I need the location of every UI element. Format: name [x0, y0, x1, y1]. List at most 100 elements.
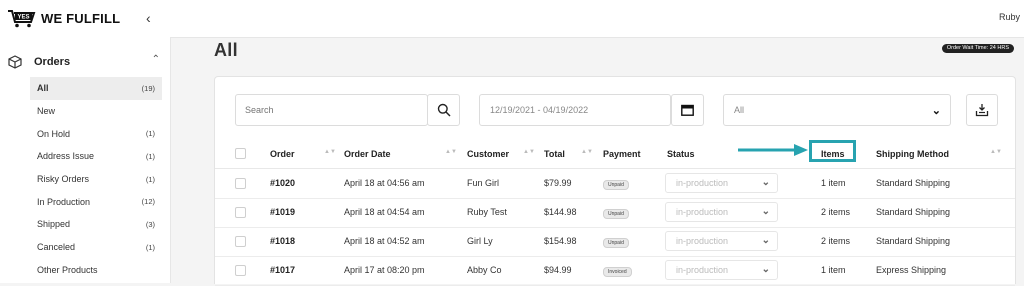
collapse-sidebar-icon[interactable]: ‹ [146, 10, 151, 26]
table-header: Order ▲▼ Order Date ▲▼ Customer ▲▼ Total… [215, 141, 1015, 169]
sidebar-item-new[interactable]: New [30, 100, 162, 123]
calendar-icon [681, 104, 694, 116]
sidebar-item-count: (1) [145, 129, 155, 139]
column-customer[interactable]: Customer [467, 149, 509, 159]
user-name[interactable]: Ruby [999, 12, 1020, 22]
order-number[interactable]: #1019 [270, 207, 295, 217]
sort-icon[interactable]: ▲▼ [523, 149, 535, 155]
order-wait-time-badge: Order Wait Time: 24 HRS [941, 44, 1014, 53]
sidebar-item-canceled[interactable]: Canceled (1) [30, 236, 162, 259]
order-total: $79.99 [544, 178, 572, 188]
row-checkbox[interactable] [235, 207, 246, 218]
chevron-down-icon: ⌄ [761, 177, 770, 188]
row-checkbox[interactable] [235, 265, 246, 276]
sidebar-item-on-hold[interactable]: On Hold (1) [30, 122, 162, 145]
search-input[interactable] [235, 94, 428, 126]
order-date: April 18 at 04:54 am [344, 207, 425, 217]
export-button[interactable] [966, 94, 998, 126]
status-value: in-production [676, 265, 729, 275]
status-select[interactable]: in-production ⌄ [665, 231, 778, 251]
order-number[interactable]: #1018 [270, 236, 295, 246]
order-date: April 17 at 08:20 pm [344, 265, 425, 275]
order-total: $94.99 [544, 265, 572, 275]
row-checkbox[interactable] [235, 236, 246, 247]
sidebar-item-count: (19) [141, 83, 155, 93]
sidebar-item-shipped[interactable]: Shipped (3) [30, 213, 162, 236]
sidebar-item-risky-orders[interactable]: Risky Orders (1) [30, 168, 162, 191]
sidebar-item-count: (1) [145, 242, 155, 252]
sidebar-item-label: Risky Orders [37, 174, 90, 185]
chevron-up-icon[interactable]: ⌃ [152, 54, 160, 65]
column-order[interactable]: Order [270, 149, 295, 159]
column-total[interactable]: Total [544, 149, 565, 159]
sort-icon[interactable]: ▲▼ [581, 149, 593, 155]
sidebar-item-count: (1) [145, 151, 155, 161]
table-row[interactable]: #1017 April 17 at 08:20 pm Abby Co $94.9… [215, 256, 1015, 286]
sidebar: Orders ⌃ All (19) New On Hold (1) Addres… [0, 37, 171, 283]
sort-icon[interactable]: ▲▼ [324, 149, 336, 155]
sidebar-item-label: On Hold [37, 128, 71, 139]
sidebar-item-count: (1) [145, 174, 155, 184]
table-row[interactable]: #1019 April 18 at 04:54 am Ruby Test $14… [215, 198, 1015, 228]
table-row[interactable]: #1020 April 18 at 04:56 am Fun Girl $79.… [215, 169, 1015, 199]
status-select[interactable]: in-production ⌄ [665, 173, 778, 193]
items-count: 1 item [821, 265, 846, 275]
items-column-highlight [809, 140, 856, 162]
sidebar-item-label: Shipped [37, 219, 71, 230]
shipping-method: Express Shipping [876, 265, 947, 275]
sidebar-item-count: (3) [145, 219, 155, 229]
row-checkbox[interactable] [235, 178, 246, 189]
sidebar-item-label: Canceled [37, 242, 76, 253]
items-count: 2 items [821, 236, 851, 246]
order-number[interactable]: #1020 [270, 178, 295, 188]
payment-badge: Invoiced [603, 267, 632, 277]
sidebar-item-other-products[interactable]: Other Products [30, 259, 162, 282]
order-number[interactable]: #1017 [270, 265, 295, 275]
search-icon [437, 103, 451, 117]
select-all-checkbox[interactable] [235, 148, 246, 159]
status-select[interactable]: in-production ⌄ [665, 202, 778, 222]
items-count: 2 items [821, 207, 851, 217]
sidebar-item-label: Address Issue [37, 151, 95, 162]
items-count: 1 item [821, 178, 846, 188]
sidebar-item-label: All [37, 83, 49, 94]
brand-logo[interactable]: YES WE FULFILL [7, 8, 120, 28]
status-select[interactable]: in-production ⌄ [665, 260, 778, 280]
date-range-input[interactable]: 12/19/2021 - 04/19/2022 [479, 94, 671, 126]
shipping-method: Standard Shipping [876, 178, 951, 188]
filter-select[interactable]: All ⌄ [723, 94, 951, 126]
column-order-date[interactable]: Order Date [344, 149, 391, 159]
status-value: in-production [676, 178, 729, 188]
calendar-button[interactable] [671, 94, 704, 126]
annotation-arrow-icon [738, 144, 808, 156]
cart-logo-icon: YES [8, 10, 36, 28]
sidebar-item-all[interactable]: All (19) [30, 77, 162, 100]
shipping-method: Standard Shipping [876, 207, 951, 217]
top-bar: YES WE FULFILL ‹ Ruby [0, 0, 1024, 38]
sidebar-item-label: In Production [37, 196, 91, 207]
payment-badge: Unpaid [603, 209, 629, 219]
sidebar-item-address-issue[interactable]: Address Issue (1) [30, 145, 162, 168]
payment-badge: Unpaid [603, 180, 629, 190]
table-row[interactable]: #1018 April 18 at 04:52 am Girl Ly $154.… [215, 227, 1015, 257]
sidebar-item-in-production[interactable]: In Production (12) [30, 190, 162, 213]
column-status: Status [667, 149, 695, 159]
column-shipping-method[interactable]: Shipping Method [876, 149, 949, 159]
status-value: in-production [676, 207, 729, 217]
chevron-down-icon: ⌄ [761, 235, 770, 246]
package-icon [8, 55, 22, 69]
customer-name: Abby Co [467, 265, 502, 275]
sort-icon[interactable]: ▲▼ [445, 149, 457, 155]
order-total: $154.98 [544, 236, 577, 246]
sidebar-item-count: (12) [141, 197, 155, 207]
sidebar-section-orders[interactable]: Orders ⌃ [8, 53, 160, 71]
payment-badge: Unpaid [603, 238, 629, 248]
customer-name: Girl Ly [467, 236, 493, 246]
search-button[interactable] [427, 94, 460, 126]
order-date: April 18 at 04:56 am [344, 178, 425, 188]
search-group [235, 94, 461, 126]
sort-icon[interactable]: ▲▼ [990, 149, 1002, 155]
chevron-down-icon: ⌄ [761, 264, 770, 275]
column-payment: Payment [603, 149, 641, 159]
filter-select-value: All [734, 105, 745, 115]
